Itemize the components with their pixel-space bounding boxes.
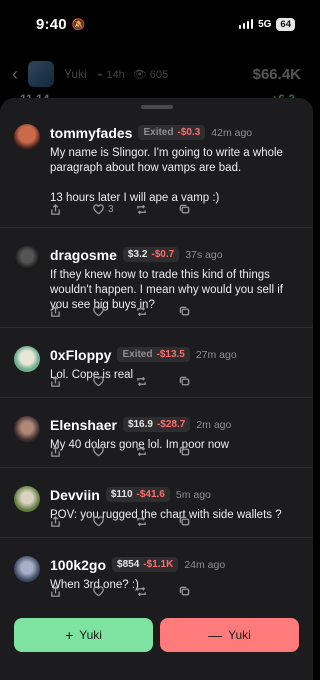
buy-label: Yuki xyxy=(79,628,102,642)
network-label: 5G xyxy=(258,18,272,30)
heart-icon xyxy=(93,446,104,457)
token-thumbnail xyxy=(28,61,54,87)
repost-icon[interactable] xyxy=(136,306,179,317)
status-time: 9:40 xyxy=(36,15,67,33)
heart-icon xyxy=(93,306,104,317)
minus-icon: — xyxy=(208,627,223,643)
share-icon[interactable] xyxy=(50,516,93,527)
status-indicators: 5G 64 xyxy=(238,17,295,31)
token-views: 👁 605 xyxy=(132,68,169,81)
comment-item: Devviin $110 -$41.6 5m ago POV: you rugge… xyxy=(0,468,313,538)
holding-badge: Exited -$13.5 xyxy=(117,347,190,362)
token-price: $66.4K xyxy=(252,65,301,83)
share-icon[interactable] xyxy=(50,306,93,317)
avatar[interactable] xyxy=(14,346,40,372)
holding-badge: Exited -$0.3 xyxy=(138,125,206,140)
status-bar: 9:40 🔕 5G 64 xyxy=(0,0,313,48)
heart-icon xyxy=(93,586,104,597)
comment-actions: 3 xyxy=(50,204,222,215)
comment-actions xyxy=(50,516,222,527)
comment-item: Elenshaer $16.9 -$28.7 2m ago My 40 dolar… xyxy=(0,398,313,468)
comment-username[interactable]: Elenshaer xyxy=(50,417,117,433)
avatar[interactable] xyxy=(14,246,40,272)
comment-time: 2m ago xyxy=(196,418,232,431)
token-header: ‹ Yuki ⌁ 14h 👁 605 $66.4K xyxy=(0,56,313,92)
comment-time: 27m ago xyxy=(195,348,237,361)
battery-icon: 64 xyxy=(276,17,295,31)
holding-badge: $16.9 -$28.7 xyxy=(122,417,191,432)
trade-bar: + Yuki — Yuki xyxy=(0,606,313,680)
holding-badge: $3.2 -$0.7 xyxy=(122,247,180,262)
like-button[interactable] xyxy=(93,586,136,597)
repost-icon[interactable] xyxy=(136,516,179,527)
heart-icon xyxy=(93,204,104,215)
comment-username[interactable]: 0xFloppy xyxy=(50,347,111,363)
back-chevron-icon[interactable]: ‹ xyxy=(12,64,18,85)
repost-icon[interactable] xyxy=(136,446,179,457)
like-button[interactable] xyxy=(93,306,136,317)
share-icon[interactable] xyxy=(50,204,93,215)
comment-actions xyxy=(50,376,222,387)
avatar[interactable] xyxy=(14,486,40,512)
comment-time: 42m ago xyxy=(211,126,253,139)
comment-username[interactable]: Devviin xyxy=(50,487,100,503)
share-icon[interactable] xyxy=(50,376,93,387)
copy-icon[interactable] xyxy=(179,516,222,527)
plus-icon: + xyxy=(65,627,74,643)
avatar[interactable] xyxy=(14,124,40,150)
copy-icon[interactable] xyxy=(179,376,222,387)
comment-time: 5m ago xyxy=(175,488,211,501)
repost-icon[interactable] xyxy=(136,204,179,215)
avatar[interactable] xyxy=(14,556,40,582)
comment-item: dragosme $3.2 -$0.7 37s ago If they knew … xyxy=(0,228,313,328)
avatar[interactable] xyxy=(14,416,40,442)
buy-button[interactable]: + Yuki xyxy=(14,618,153,652)
like-button[interactable]: 3 xyxy=(93,204,136,215)
sell-label: Yuki xyxy=(228,628,251,642)
comment-text: My name is Slingor. I'm going to write a… xyxy=(50,147,283,204)
holding-badge: $110 -$41.6 xyxy=(105,487,170,502)
like-button[interactable] xyxy=(93,376,136,387)
repost-icon[interactable] xyxy=(136,376,179,387)
copy-icon[interactable] xyxy=(179,306,222,317)
comment-actions xyxy=(50,446,222,457)
token-age: ⌁ 14h xyxy=(96,68,125,81)
heart-icon xyxy=(93,376,104,387)
comment-time: 37s ago xyxy=(185,248,223,261)
copy-icon[interactable] xyxy=(179,446,222,457)
holding-badge: $854 -$1.1K xyxy=(112,557,179,572)
comment-username[interactable]: 100k2go xyxy=(50,557,106,573)
share-icon[interactable] xyxy=(50,586,93,597)
comment-username[interactable]: tommyfades xyxy=(50,125,132,141)
share-icon[interactable] xyxy=(50,446,93,457)
muted-bell-icon: 🔕 xyxy=(71,18,86,31)
comment-actions xyxy=(50,586,222,597)
heart-icon xyxy=(93,516,104,527)
copy-icon[interactable] xyxy=(179,204,222,215)
token-name: Yuki xyxy=(64,67,87,81)
repost-icon[interactable] xyxy=(136,586,179,597)
comment-item: 100k2go $854 -$1.1K 24m ago When 3rd one?… xyxy=(0,538,313,608)
sell-button[interactable]: — Yuki xyxy=(160,618,299,652)
copy-icon[interactable] xyxy=(179,586,222,597)
comment-item: tommyfades Exited -$0.3 42m ago My name i… xyxy=(0,106,313,228)
signal-icon xyxy=(238,19,254,29)
comments-sheet: tommyfades Exited -$0.3 42m ago My name i… xyxy=(0,98,313,680)
comment-username[interactable]: dragosme xyxy=(50,247,117,263)
comment-actions xyxy=(50,306,222,317)
like-button[interactable] xyxy=(93,516,136,527)
comment-item: 0xFloppy Exited -$13.5 27m ago Lol. Cope … xyxy=(0,328,313,398)
like-count: 3 xyxy=(108,204,114,215)
comment-time: 24m ago xyxy=(184,558,226,571)
like-button[interactable] xyxy=(93,446,136,457)
